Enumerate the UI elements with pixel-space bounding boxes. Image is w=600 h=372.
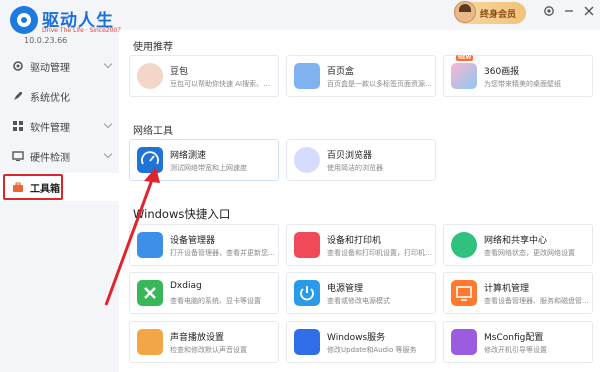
sidebar-item-label: 软件管理 bbox=[30, 122, 70, 134]
card-huabao[interactable]: 360画报 为您带来精美的桌面壁纸 bbox=[443, 55, 593, 97]
sidebar-item-label: 硬件检测 bbox=[30, 152, 70, 164]
grid-icon bbox=[13, 121, 23, 131]
card-title: 声音播放设置 bbox=[170, 333, 225, 343]
sound-wave-icon bbox=[137, 329, 163, 355]
card-title: 360画报 bbox=[484, 67, 520, 77]
windows-services-icon bbox=[294, 329, 320, 355]
card-desc: 查看网络状态，更改网络设置 bbox=[484, 249, 575, 257]
rocket-icon bbox=[14, 92, 22, 100]
card-title: 豆包 bbox=[170, 67, 189, 77]
card-computer-management[interactable]: 计算机管理 查看设备管理器、服务和磁盘管... bbox=[443, 272, 593, 314]
monitor-icon bbox=[12, 151, 24, 161]
network-share-icon bbox=[451, 232, 477, 258]
minimize-icon[interactable] bbox=[562, 5, 576, 19]
card-desc: 测试网络带宽和上网速度 bbox=[170, 164, 247, 172]
card-title: 设备和打印机 bbox=[327, 236, 382, 246]
settings-icon[interactable] bbox=[542, 5, 556, 19]
card-title: 计算机管理 bbox=[484, 284, 530, 294]
browser-icon bbox=[294, 147, 320, 173]
card-desc: 为您带来精美的桌面壁纸 bbox=[484, 80, 561, 88]
section-title-network: 网络工具 bbox=[133, 126, 173, 137]
sidebar-item-software[interactable]: 软件管理 bbox=[0, 112, 119, 140]
card-desc: 修改开机引导等设置 bbox=[484, 346, 547, 354]
gear-icon bbox=[13, 61, 23, 71]
card-desc: 查看电脑的系统、显卡等设置 bbox=[170, 297, 261, 305]
sidebar-item-optimize[interactable]: 系统优化 bbox=[0, 82, 119, 110]
sidebar-item-label: 系统优化 bbox=[30, 92, 70, 104]
chevron-down-icon bbox=[103, 149, 113, 159]
card-network-center[interactable]: 网络和共享中心 查看网络状态，更改网络设置 bbox=[443, 224, 593, 266]
card-desc: 查看或修改电源模式 bbox=[327, 297, 390, 305]
card-desc: 检查和修改默认声音设置 bbox=[170, 346, 247, 354]
card-title: 百贝浏览器 bbox=[327, 151, 373, 161]
card-desc: 查看设备和打印机设置，打印机及打印... bbox=[327, 249, 433, 257]
highlight-box bbox=[3, 174, 63, 200]
card-baiyehe[interactable]: 百页盒 百页盒是一款以多标签页面资源... bbox=[286, 55, 436, 97]
card-title: MsConfig配置 bbox=[484, 333, 544, 343]
card-windows-services[interactable]: Windows服务 修改Update和Audio 等服务 bbox=[286, 321, 436, 363]
card-desc: 豆包可以帮助你快速 AI搜索、单... bbox=[170, 80, 276, 88]
vip-label: 终身会员 bbox=[480, 10, 517, 20]
card-title: Windows服务 bbox=[327, 333, 386, 343]
avatar bbox=[454, 1, 476, 23]
app-slogan: Drive The Life · Since2007 bbox=[42, 27, 122, 34]
card-desc: 使用简洁的浏览器 bbox=[327, 164, 383, 172]
card-title: 设备管理器 bbox=[170, 236, 216, 246]
card-title: 电源管理 bbox=[327, 284, 364, 294]
close-icon[interactable] bbox=[582, 5, 596, 19]
card-title: Dxdiag bbox=[170, 281, 202, 291]
card-title: 网络和共享中心 bbox=[484, 236, 548, 246]
card-title: 百页盒 bbox=[327, 67, 355, 77]
doubao-icon bbox=[137, 63, 163, 89]
card-desc: 打开设备管理器，查看并更新您... bbox=[170, 249, 275, 257]
sidebar-item-label: 驱动管理 bbox=[30, 62, 70, 74]
msconfig-icon bbox=[451, 329, 477, 355]
card-power[interactable]: 电源管理 查看或修改电源模式 bbox=[286, 272, 436, 314]
vip-button[interactable]: 终身会员 bbox=[454, 1, 526, 24]
section-title-recommend: 使用推荐 bbox=[133, 42, 173, 53]
sidebar-item-driver[interactable]: 驱动管理 bbox=[0, 52, 119, 80]
card-desc: 百页盒是一款以多标签页面资源... bbox=[327, 80, 432, 88]
logo-icon bbox=[10, 6, 38, 34]
new-badge: NEW bbox=[456, 55, 474, 61]
card-title: 网络测速 bbox=[170, 151, 207, 161]
card-baibei[interactable]: 百贝浏览器 使用简洁的浏览器 bbox=[286, 139, 436, 181]
card-doubao[interactable]: 豆包 豆包可以帮助你快速 AI搜索、单... bbox=[129, 55, 279, 97]
card-msconfig[interactable]: MsConfig配置 修改开机引导等设置 bbox=[443, 321, 593, 363]
chevron-down-icon bbox=[103, 119, 113, 129]
card-sound[interactable]: 声音播放设置 检查和修改默认声音设置 bbox=[129, 321, 279, 363]
card-desc: 查看设备管理器、服务和磁盘管... bbox=[484, 297, 589, 305]
power-icon bbox=[294, 280, 320, 306]
chevron-down-icon bbox=[103, 59, 113, 69]
app-version: 10.0.23.66 bbox=[24, 36, 68, 45]
folder-icon bbox=[294, 63, 320, 89]
annotation-arrow bbox=[104, 167, 160, 306]
wallpaper-icon bbox=[451, 63, 477, 89]
card-printers[interactable]: 设备和打印机 查看设备和打印机设置，打印机及打印... bbox=[286, 224, 436, 266]
computer-icon bbox=[451, 280, 477, 306]
printer-icon bbox=[294, 232, 320, 258]
card-desc: 修改Update和Audio 等服务 bbox=[327, 346, 417, 354]
